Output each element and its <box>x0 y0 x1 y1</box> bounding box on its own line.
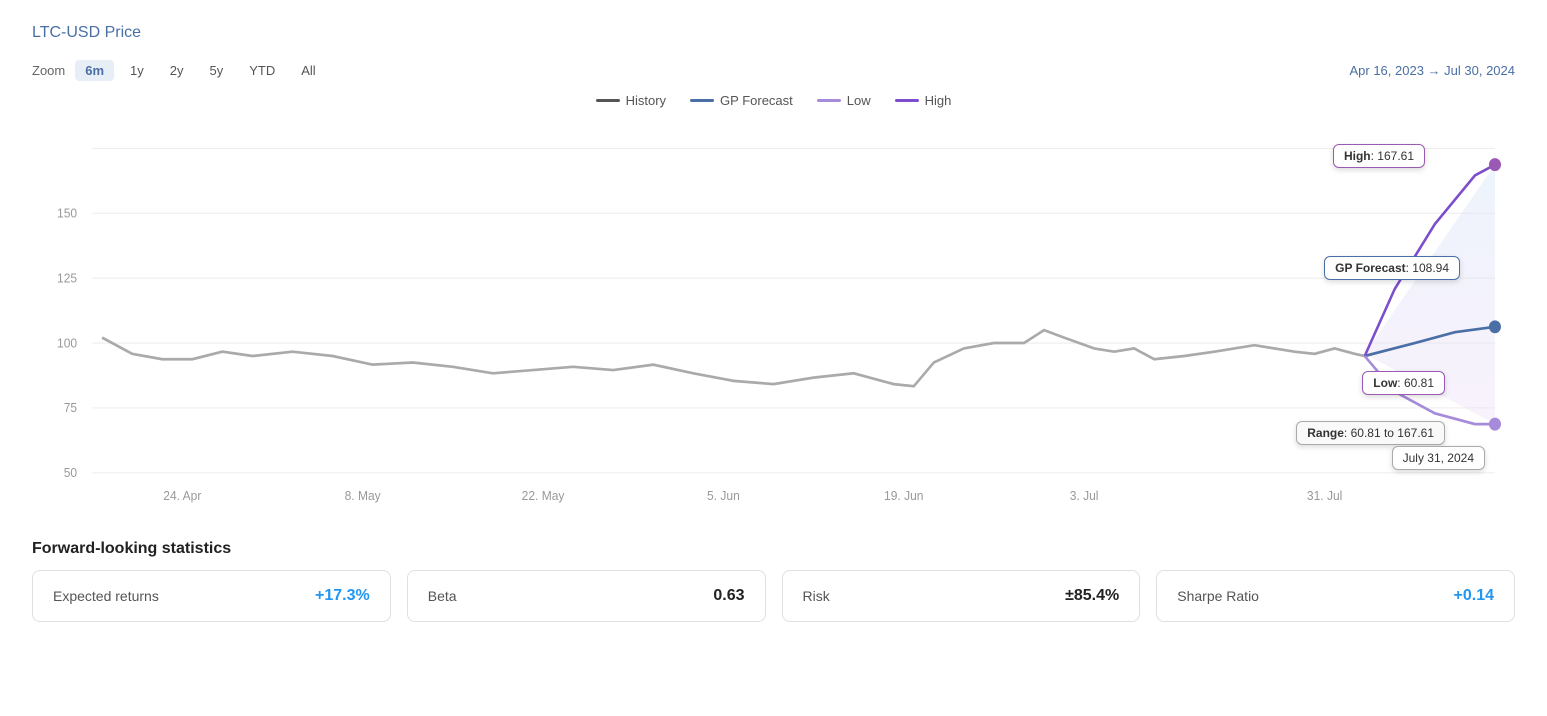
legend-label-high: High <box>925 93 952 108</box>
zoom-label: Zoom <box>32 63 65 78</box>
stat-card-beta: Beta 0.63 <box>407 570 766 622</box>
svg-text:24. Apr: 24. Apr <box>163 488 201 503</box>
legend-label-gp: GP Forecast <box>720 93 793 108</box>
legend-label-low: Low <box>847 93 871 108</box>
legend-history: History <box>596 93 666 108</box>
tooltip-low-label: Low <box>1373 376 1397 390</box>
tooltip-range-label: Range <box>1307 426 1344 440</box>
stat-label-risk: Risk <box>803 588 830 604</box>
tooltip-high: High: 167.61 <box>1333 144 1425 168</box>
svg-text:5. Jun: 5. Jun <box>707 488 740 503</box>
zoom-ytd[interactable]: YTD <box>239 60 285 81</box>
stats-section-title: Forward-looking statistics <box>32 540 1515 558</box>
zoom-5y[interactable]: 5y <box>200 60 234 81</box>
tooltip-range: Range: 60.81 to 167.61 <box>1296 421 1445 445</box>
tooltip-low: Low: 60.81 <box>1362 371 1445 395</box>
main-container: LTC-USD Price Zoom 6m 1y 2y 5y YTD All A… <box>0 0 1547 646</box>
tooltip-low-value: : 60.81 <box>1397 376 1434 390</box>
svg-text:22. May: 22. May <box>522 488 565 503</box>
svg-text:125: 125 <box>57 271 77 286</box>
stat-card-sharpe: Sharpe Ratio +0.14 <box>1156 570 1515 622</box>
tooltip-date: July 31, 2024 <box>1392 446 1485 470</box>
svg-text:150: 150 <box>57 206 77 221</box>
page-title: LTC-USD Price <box>32 24 1515 42</box>
legend-low: Low <box>817 93 871 108</box>
tooltip-gp: GP Forecast: 108.94 <box>1324 256 1460 280</box>
legend-gp: GP Forecast <box>690 93 793 108</box>
svg-text:100: 100 <box>57 336 77 351</box>
legend-high: High <box>895 93 952 108</box>
stat-value-expected-returns: +17.3% <box>315 587 370 605</box>
stat-card-risk: Risk ±85.4% <box>782 570 1141 622</box>
svg-text:75: 75 <box>64 401 77 416</box>
tooltip-range-value: : 60.81 to 167.61 <box>1344 426 1434 440</box>
legend-line-low <box>817 99 841 102</box>
legend-label-history: History <box>626 93 666 108</box>
zoom-6m[interactable]: 6m <box>75 60 114 81</box>
date-range: Apr 16, 2023 → Jul 30, 2024 <box>1349 63 1515 78</box>
svg-text:50: 50 <box>64 466 77 481</box>
chart-legend: History GP Forecast Low High <box>32 93 1515 108</box>
stat-label-expected-returns: Expected returns <box>53 588 159 604</box>
stat-label-sharpe: Sharpe Ratio <box>1177 588 1259 604</box>
stat-value-sharpe: +0.14 <box>1454 587 1494 605</box>
chart-area: 150 125 100 75 50 24. Apr 8. May 22. May… <box>32 116 1515 516</box>
svg-text:8. May: 8. May <box>345 488 382 503</box>
zoom-all[interactable]: All <box>291 60 325 81</box>
svg-text:31. Jul: 31. Jul <box>1307 488 1342 503</box>
tooltip-gp-value: : 108.94 <box>1406 261 1449 275</box>
zoom-controls: Zoom 6m 1y 2y 5y YTD All <box>32 60 326 81</box>
svg-text:19. Jun: 19. Jun <box>884 488 923 503</box>
stat-card-expected-returns: Expected returns +17.3% <box>32 570 391 622</box>
tooltip-date-value: July 31, 2024 <box>1403 451 1474 465</box>
chart-svg: 150 125 100 75 50 24. Apr 8. May 22. May… <box>32 116 1515 516</box>
stat-value-beta: 0.63 <box>713 587 744 605</box>
zoom-1y[interactable]: 1y <box>120 60 154 81</box>
svg-text:3. Jul: 3. Jul <box>1070 488 1099 503</box>
legend-line-high <box>895 99 919 102</box>
legend-line-gp <box>690 99 714 102</box>
zoom-bar: Zoom 6m 1y 2y 5y YTD All Apr 16, 2023 → … <box>32 60 1515 81</box>
tooltip-high-value: : 167.61 <box>1371 149 1414 163</box>
stat-label-beta: Beta <box>428 588 457 604</box>
stats-cards: Expected returns +17.3% Beta 0.63 Risk ±… <box>32 570 1515 622</box>
stat-value-risk: ±85.4% <box>1065 587 1119 605</box>
tooltip-gp-label: GP Forecast <box>1335 261 1405 275</box>
legend-line-history <box>596 99 620 102</box>
tooltip-high-label: High <box>1344 149 1371 163</box>
zoom-2y[interactable]: 2y <box>160 60 194 81</box>
